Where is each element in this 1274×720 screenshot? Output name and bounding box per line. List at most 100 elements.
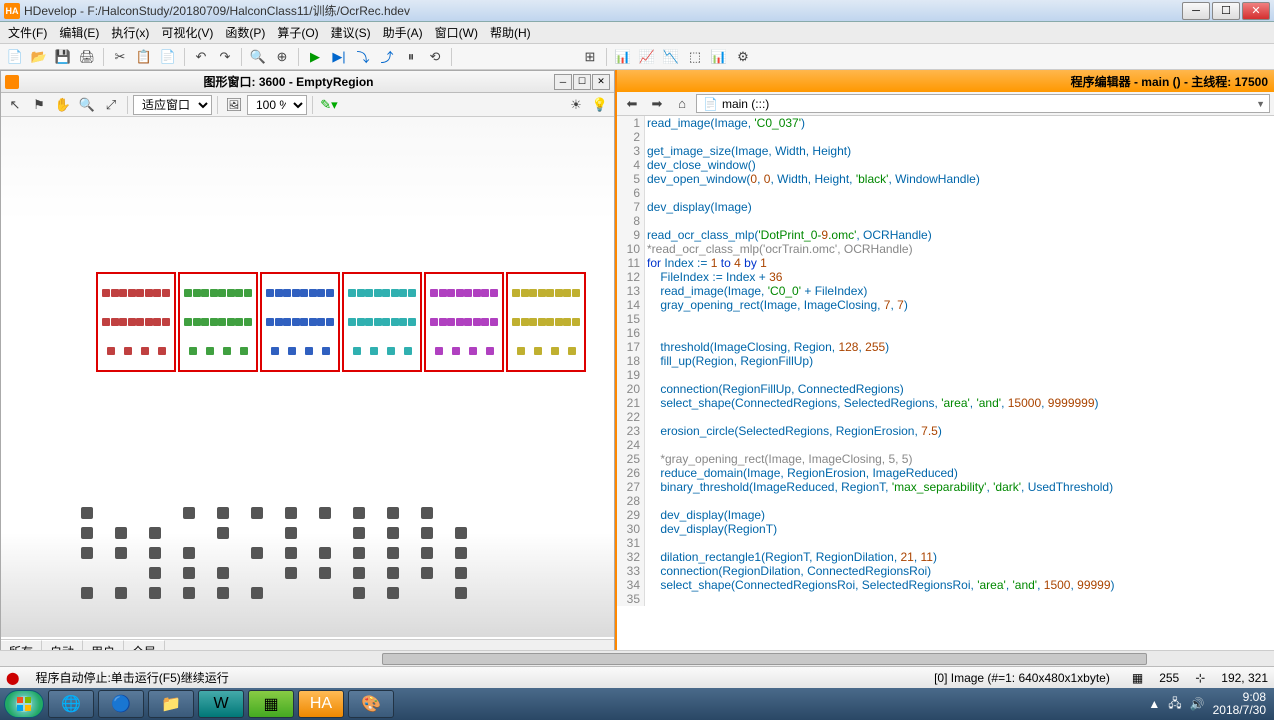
menu-7[interactable]: 助手(A) xyxy=(377,22,429,43)
task-ie-icon[interactable]: 🌐 xyxy=(48,690,94,718)
menu-9[interactable]: 帮助(H) xyxy=(484,22,537,43)
menu-3[interactable]: 可视化(V) xyxy=(155,22,219,43)
code-line[interactable]: 24 xyxy=(617,438,1274,452)
close-button[interactable]: ✕ xyxy=(1242,2,1270,20)
code-line[interactable]: 8 xyxy=(617,214,1274,228)
assist-icon[interactable]: ☀ xyxy=(565,94,587,116)
code-line[interactable]: 9read_ocr_class_mlp('DotPrint_0-9.omc', … xyxy=(617,228,1274,242)
window-icon[interactable]: ⊞ xyxy=(579,46,601,68)
code-line[interactable]: 29 dev_display(Image) xyxy=(617,508,1274,522)
step-out-icon[interactable]: ⤴ xyxy=(376,46,398,68)
plot2-icon[interactable]: 📈 xyxy=(636,46,658,68)
code-line[interactable]: 17 threshold(ImageClosing, Region, 128, … xyxy=(617,340,1274,354)
tray-net-icon[interactable]: 🖧 xyxy=(1168,694,1181,715)
tray-vol-icon[interactable]: 🔊 xyxy=(1190,697,1205,711)
find-icon[interactable]: 🔍 xyxy=(247,46,269,68)
code-line[interactable]: 15 xyxy=(617,312,1274,326)
task-wps-icon[interactable]: W xyxy=(198,690,244,718)
h-scrollbar-thumb[interactable] xyxy=(382,653,1146,665)
code-line[interactable]: 18 fill_up(Region, RegionFillUp) xyxy=(617,354,1274,368)
code-line[interactable]: 25 *gray_opening_rect(Image, ImageClosin… xyxy=(617,452,1274,466)
menu-1[interactable]: 编辑(E) xyxy=(53,22,105,43)
minimize-button[interactable]: ─ xyxy=(1182,2,1210,20)
nav-fwd-icon[interactable]: ➡ xyxy=(646,93,668,115)
code-body[interactable]: 1read_image(Image, 'C0_037')23get_image_… xyxy=(617,116,1274,660)
clock[interactable]: 9:082018/7/30 xyxy=(1213,691,1266,717)
color-icon[interactable]: ✎▾ xyxy=(318,94,340,116)
code-line[interactable]: 22 xyxy=(617,410,1274,424)
code-line[interactable]: 16 xyxy=(617,326,1274,340)
task-hdevelop-icon[interactable]: HA xyxy=(298,690,344,718)
code-line[interactable]: 28 xyxy=(617,494,1274,508)
code-line[interactable]: 27 binary_threshold(ImageReduced, Region… xyxy=(617,480,1274,494)
task-paint-icon[interactable]: 🎨 xyxy=(348,690,394,718)
nav-back-icon[interactable]: ⬅ xyxy=(621,93,643,115)
code-line[interactable]: 34 select_shape(ConnectedRegionsRoi, Sel… xyxy=(617,578,1274,592)
code-line[interactable]: 3get_image_size(Image, Width, Height) xyxy=(617,144,1274,158)
code-line[interactable]: 14 gray_opening_rect(Image, ImageClosing… xyxy=(617,298,1274,312)
code-line[interactable]: 10*read_ocr_class_mlp('ocrTrain.omc', OC… xyxy=(617,242,1274,256)
plot6-icon[interactable]: ⚙ xyxy=(732,46,754,68)
zoom-tool-icon[interactable]: ⤢ xyxy=(100,94,122,116)
code-line[interactable]: 31 xyxy=(617,536,1274,550)
zoom-in-icon[interactable]: 🔍 xyxy=(76,94,98,116)
procedure-select[interactable]: 📄 main (:::) xyxy=(696,94,1270,113)
menu-5[interactable]: 算子(O) xyxy=(271,22,324,43)
code-line[interactable]: 12 FileIndex := Index + 36 xyxy=(617,270,1274,284)
code-line[interactable]: 20 connection(RegionFillUp, ConnectedReg… xyxy=(617,382,1274,396)
code-line[interactable]: 11for Index := 1 to 4 by 1 xyxy=(617,256,1274,270)
pan-icon[interactable]: ✋ xyxy=(52,94,74,116)
bulb-icon[interactable]: 💡 xyxy=(589,94,611,116)
code-line[interactable]: 26 reduce_domain(Image, RegionErosion, I… xyxy=(617,466,1274,480)
code-line[interactable]: 4dev_close_window() xyxy=(617,158,1274,172)
menu-6[interactable]: 建议(S) xyxy=(325,22,377,43)
fit-mode-select[interactable]: 适应窗口 xyxy=(133,95,212,115)
menu-2[interactable]: 执行(x) xyxy=(105,22,155,43)
target-icon[interactable]: ⊕ xyxy=(271,46,293,68)
gfx-minimize-button[interactable]: ─ xyxy=(554,74,572,90)
step-over-icon[interactable]: ▶| xyxy=(328,46,350,68)
print-icon[interactable]: 🖨 xyxy=(76,46,98,68)
code-line[interactable]: 32 dilation_rectangle1(RegionT, RegionDi… xyxy=(617,550,1274,564)
redo-icon[interactable]: ↷ xyxy=(214,46,236,68)
task-media-icon[interactable]: 🔵 xyxy=(98,690,144,718)
gfx-canvas[interactable]: 所有自动用户全局 xyxy=(1,117,614,659)
plot5-icon[interactable]: 📊 xyxy=(708,46,730,68)
code-line[interactable]: 7dev_display(Image) xyxy=(617,200,1274,214)
start-button[interactable] xyxy=(4,690,44,718)
code-line[interactable]: 23 erosion_circle(SelectedRegions, Regio… xyxy=(617,424,1274,438)
plot1-icon[interactable]: 📊 xyxy=(612,46,634,68)
code-line[interactable]: 35 xyxy=(617,592,1274,606)
plot3-icon[interactable]: 📉 xyxy=(660,46,682,68)
new-icon[interactable]: 📄 xyxy=(4,46,26,68)
flag-icon[interactable]: ⚑ xyxy=(28,94,50,116)
run-icon[interactable]: ▶ xyxy=(304,46,326,68)
h-scrollbar[interactable] xyxy=(0,650,1274,666)
code-line[interactable]: 13 read_image(Image, 'C0_0' + FileIndex) xyxy=(617,284,1274,298)
code-line[interactable]: 33 connection(RegionDilation, ConnectedR… xyxy=(617,564,1274,578)
task-explorer-icon[interactable]: 📁 xyxy=(148,690,194,718)
plot4-icon[interactable]: ⬚ xyxy=(684,46,706,68)
code-line[interactable]: 21 select_shape(ConnectedRegions, Select… xyxy=(617,396,1274,410)
image-mode-icon[interactable]: 🖼 xyxy=(223,94,245,116)
save-icon[interactable]: 💾 xyxy=(52,46,74,68)
paste-icon[interactable]: 📄 xyxy=(157,46,179,68)
task-app2-icon[interactable]: ▦ xyxy=(248,690,294,718)
tray-up-icon[interactable]: ▲ xyxy=(1148,697,1160,711)
reset-icon[interactable]: ⟲ xyxy=(424,46,446,68)
copy-icon[interactable]: 📋 xyxy=(133,46,155,68)
step-into-icon[interactable]: ⤵ xyxy=(352,46,374,68)
code-line[interactable]: 30 dev_display(RegionT) xyxy=(617,522,1274,536)
menu-8[interactable]: 窗口(W) xyxy=(429,22,484,43)
undo-icon[interactable]: ↶ xyxy=(190,46,212,68)
nav-home-icon[interactable]: ⌂ xyxy=(671,93,693,115)
cut-icon[interactable]: ✂ xyxy=(109,46,131,68)
code-line[interactable]: 5dev_open_window(0, 0, Width, Height, 'b… xyxy=(617,172,1274,186)
gfx-close-button[interactable]: ✕ xyxy=(592,74,610,90)
zoom-select[interactable]: 100 % xyxy=(247,95,307,115)
code-line[interactable]: 1read_image(Image, 'C0_037') xyxy=(617,116,1274,130)
code-line[interactable]: 19 xyxy=(617,368,1274,382)
menu-0[interactable]: 文件(F) xyxy=(2,22,53,43)
code-line[interactable]: 6 xyxy=(617,186,1274,200)
menu-4[interactable]: 函数(P) xyxy=(219,22,271,43)
